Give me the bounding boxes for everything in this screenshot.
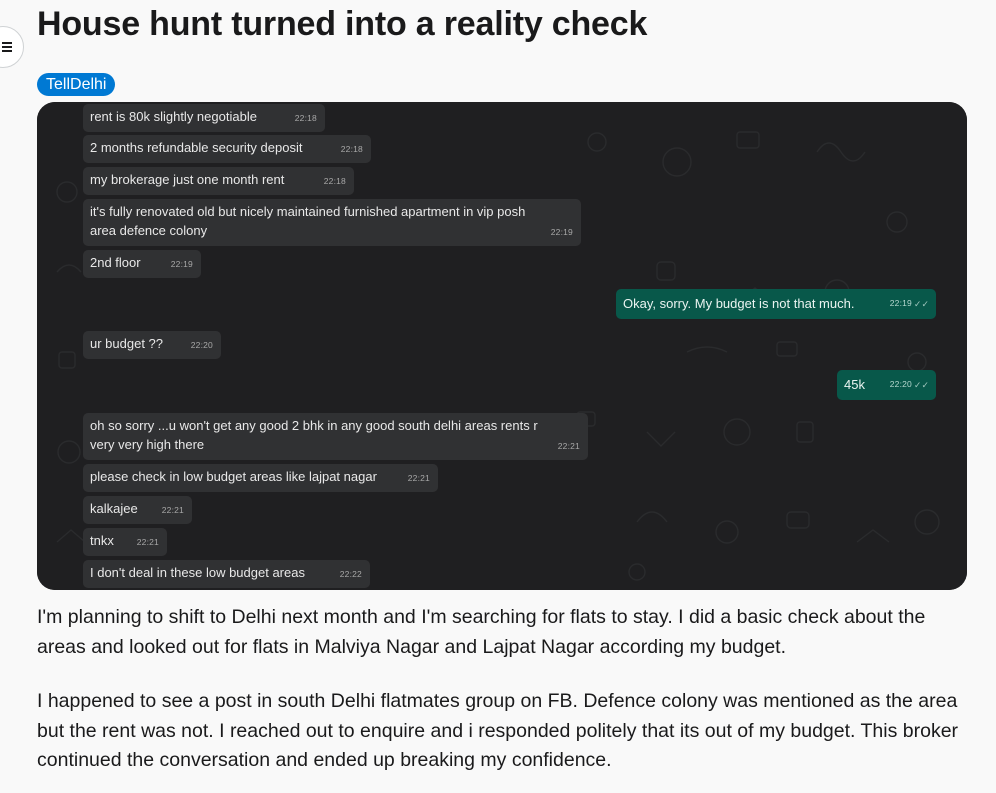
incoming-message: oh so sorry ...u won't get any good 2 bh… (83, 413, 588, 460)
incoming-message: it's fully renovated old but nicely main… (83, 199, 581, 246)
message-text-line2: very very high there (90, 437, 205, 452)
post-paragraph: I happened to see a post in south Delhi … (37, 690, 959, 771)
message-timestamp: 22:21 (407, 473, 430, 483)
incoming-message: I don't deal in these low budget areas 22… (83, 560, 370, 588)
message-timestamp: 22:21 (161, 505, 184, 515)
read-receipt-icon: ✓✓ (913, 299, 929, 309)
incoming-message: kalkajee 22:21 (83, 496, 192, 524)
post-paragraph: I'm planning to shift to Delhi next mont… (37, 606, 926, 658)
message-timestamp: 22:21 (136, 537, 159, 547)
message-timestamp: 22:19 (889, 298, 912, 308)
message-text: 2 months refundable security deposit (90, 140, 303, 155)
outgoing-message: Okay, sorry. My budget is not that much.… (616, 289, 936, 319)
message-text-line2: area defence colony (90, 223, 208, 238)
incoming-message: 2nd floor 22:19 (83, 250, 201, 278)
message-text: it's fully renovated old but nicely main… (90, 204, 526, 219)
post-title: House hunt turned into a reality check (37, 5, 648, 43)
message-text: I don't deal in these low budget areas (90, 565, 305, 580)
message-text: oh so sorry ...u won't get any good 2 bh… (90, 418, 538, 433)
message-timestamp: 22:18 (294, 113, 317, 123)
message-timestamp: 22:18 (323, 176, 346, 186)
message-text: my brokerage just one month rent (90, 172, 285, 187)
chat-screenshot: rent is 80k slightly negotiable 22:18 2 mo… (37, 102, 967, 590)
hamburger-icon (2, 42, 12, 52)
message-timestamp: 22:19 (550, 227, 573, 237)
post-flair[interactable]: TellDelhi (37, 73, 116, 96)
incoming-message: ur budget ?? 22:20 (83, 331, 221, 359)
message-timestamp: 22:20 (190, 340, 213, 350)
message-timestamp: 22:19 (170, 259, 193, 269)
message-timestamp: 22:18 (340, 144, 363, 154)
incoming-message: 2 months refundable security deposit 22:1… (83, 135, 371, 163)
incoming-message: please check in low budget areas like la… (83, 464, 438, 492)
incoming-message: rent is 80k slightly negotiable 22:18 (83, 104, 325, 132)
incoming-message: my brokerage just one month rent 22:18 (83, 167, 354, 195)
outgoing-message: 45k 22:20 ✓✓ (837, 370, 936, 400)
message-text: please check in low budget areas like la… (90, 469, 377, 484)
incoming-message: tnkx 22:21 (83, 528, 167, 556)
read-receipt-icon: ✓✓ (913, 380, 929, 390)
message-timestamp: 22:22 (339, 569, 362, 579)
post-body: I'm planning to shift to Delhi next mont… (37, 603, 972, 776)
message-timestamp: 22:20 (889, 379, 912, 389)
sidebar-menu-button[interactable] (0, 26, 24, 68)
message-text: rent is 80k slightly negotiable (90, 109, 257, 124)
message-text: Okay, sorry. My budget is not that much. (623, 296, 855, 311)
message-timestamp: 22:21 (557, 441, 580, 451)
